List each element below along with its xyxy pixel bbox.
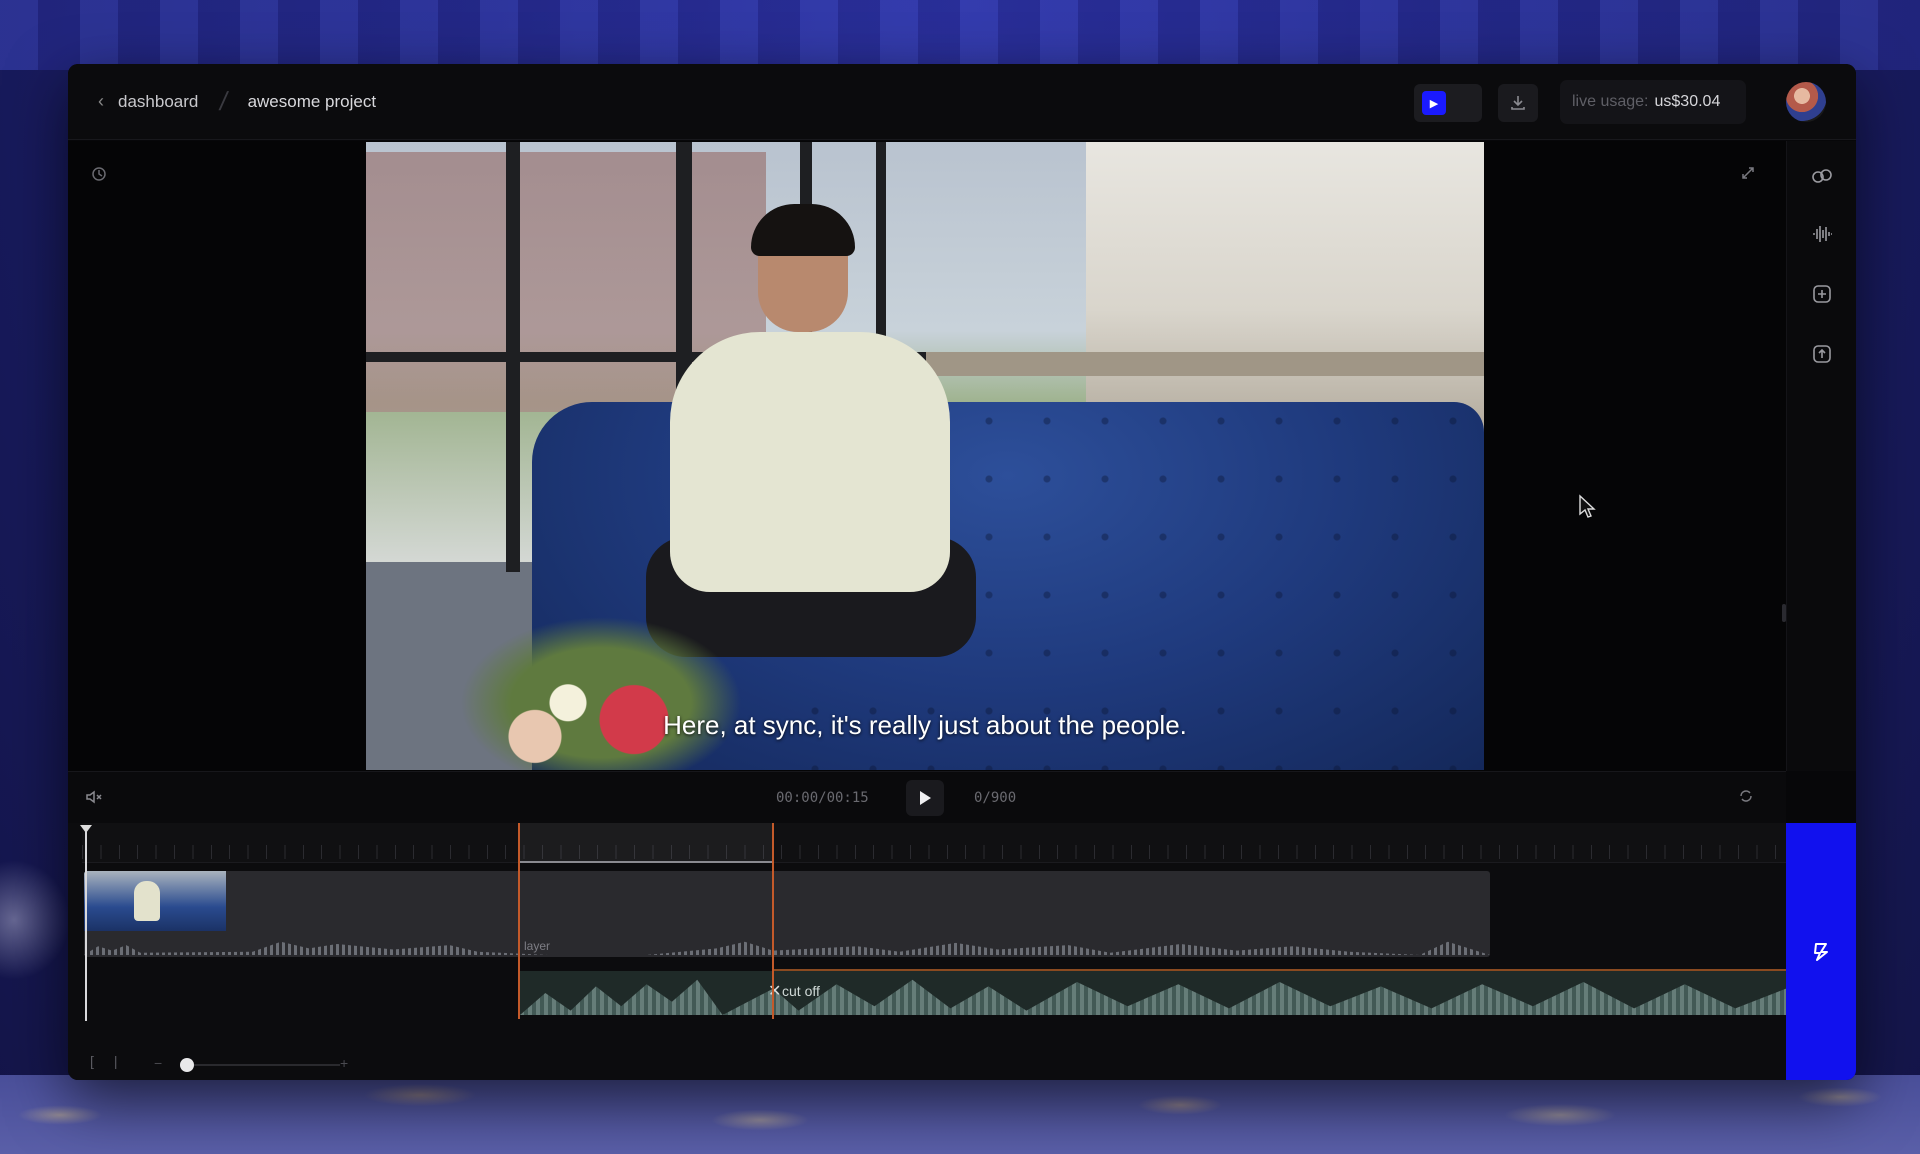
breadcrumb-current-project: awesome project <box>247 91 377 111</box>
breadcrumb-dashboard[interactable]: dashboard <box>118 92 198 112</box>
add-media-icon[interactable] <box>1809 281 1835 307</box>
download-button[interactable] <box>1498 84 1538 122</box>
audio-clip-border <box>774 969 1786 971</box>
video-preview[interactable]: Here, at sync, it's really just about th… <box>366 142 1484 770</box>
zoom-in-button[interactable]: + <box>340 1055 348 1071</box>
editor-window: ‹ dashboard / awesome project ▶ live usa… <box>68 64 1856 1080</box>
sync-button[interactable] <box>1786 823 1856 1080</box>
zoom-slider-handle[interactable] <box>180 1058 194 1072</box>
mouse-cursor-icon <box>1579 494 1596 518</box>
thumbnail-person <box>134 881 160 921</box>
waveform-icon[interactable] <box>1809 221 1835 247</box>
zoom-slider-track[interactable] <box>180 1064 340 1066</box>
avatar[interactable] <box>1786 82 1826 122</box>
timeline-tools: [ | <box>90 1053 118 1069</box>
volume-icon[interactable] <box>84 788 104 806</box>
breadcrumb-separator: / <box>217 86 231 116</box>
video-scene-desk <box>926 352 1484 376</box>
transport-bar: 00:00/00:15 0/900 <box>68 771 1786 823</box>
resize-handle[interactable] <box>1782 604 1786 622</box>
background-floor <box>0 1075 1920 1154</box>
video-audio-waveform <box>84 941 1490 955</box>
play-button[interactable] <box>906 780 944 816</box>
background-stripes <box>0 0 1920 70</box>
expand-icon[interactable] <box>1740 165 1756 181</box>
live-usage-badge: live usage: us$30.04 <box>1560 80 1746 124</box>
audio-clip-label: cut off <box>782 983 820 999</box>
video-track[interactable] <box>84 871 1490 957</box>
play-icon: ▶ <box>1422 91 1446 115</box>
timeline[interactable]: layer ✕ cut off [ | − + <box>68 823 1786 1080</box>
ruler-ticks <box>82 845 1786 859</box>
usage-value: us$30.04 <box>1654 93 1721 110</box>
background-glow <box>0 860 70 980</box>
chevron-left-icon[interactable]: ‹ <box>98 91 104 112</box>
video-scene-mullion <box>876 142 886 362</box>
video-scene-flowers <box>436 602 766 770</box>
loop-icon[interactable] <box>1736 786 1756 806</box>
split-right-icon[interactable]: | <box>114 1053 118 1069</box>
zoom-out-button[interactable]: − <box>154 1055 162 1071</box>
top-bar: ‹ dashboard / awesome project ▶ live usa… <box>68 64 1856 140</box>
playhead-line <box>85 831 87 1021</box>
split-left-icon[interactable]: [ <box>90 1053 94 1069</box>
play-icon <box>920 791 931 805</box>
play-toggle-button[interactable]: ▶ <box>1414 84 1482 122</box>
usage-label: live usage: <box>1572 93 1649 110</box>
video-subtitle: Here, at sync, it's really just about th… <box>663 710 1187 740</box>
video-thumbnail <box>84 871 226 931</box>
export-icon[interactable] <box>1809 341 1835 367</box>
right-toolbar <box>1786 141 1856 771</box>
link-icon[interactable] <box>1809 163 1835 189</box>
history-icon[interactable] <box>90 165 108 183</box>
sync-logo-icon <box>1814 942 1828 961</box>
timecode-display: 00:00/00:15 <box>776 790 869 806</box>
video-scene-person-body <box>670 332 950 592</box>
preview-stage: Here, at sync, it's really just about th… <box>68 141 1786 771</box>
frame-counter: 0/900 <box>974 790 1017 806</box>
selection-range[interactable] <box>518 823 774 1019</box>
download-icon <box>1511 96 1525 110</box>
time-ruler[interactable] <box>82 823 1786 863</box>
